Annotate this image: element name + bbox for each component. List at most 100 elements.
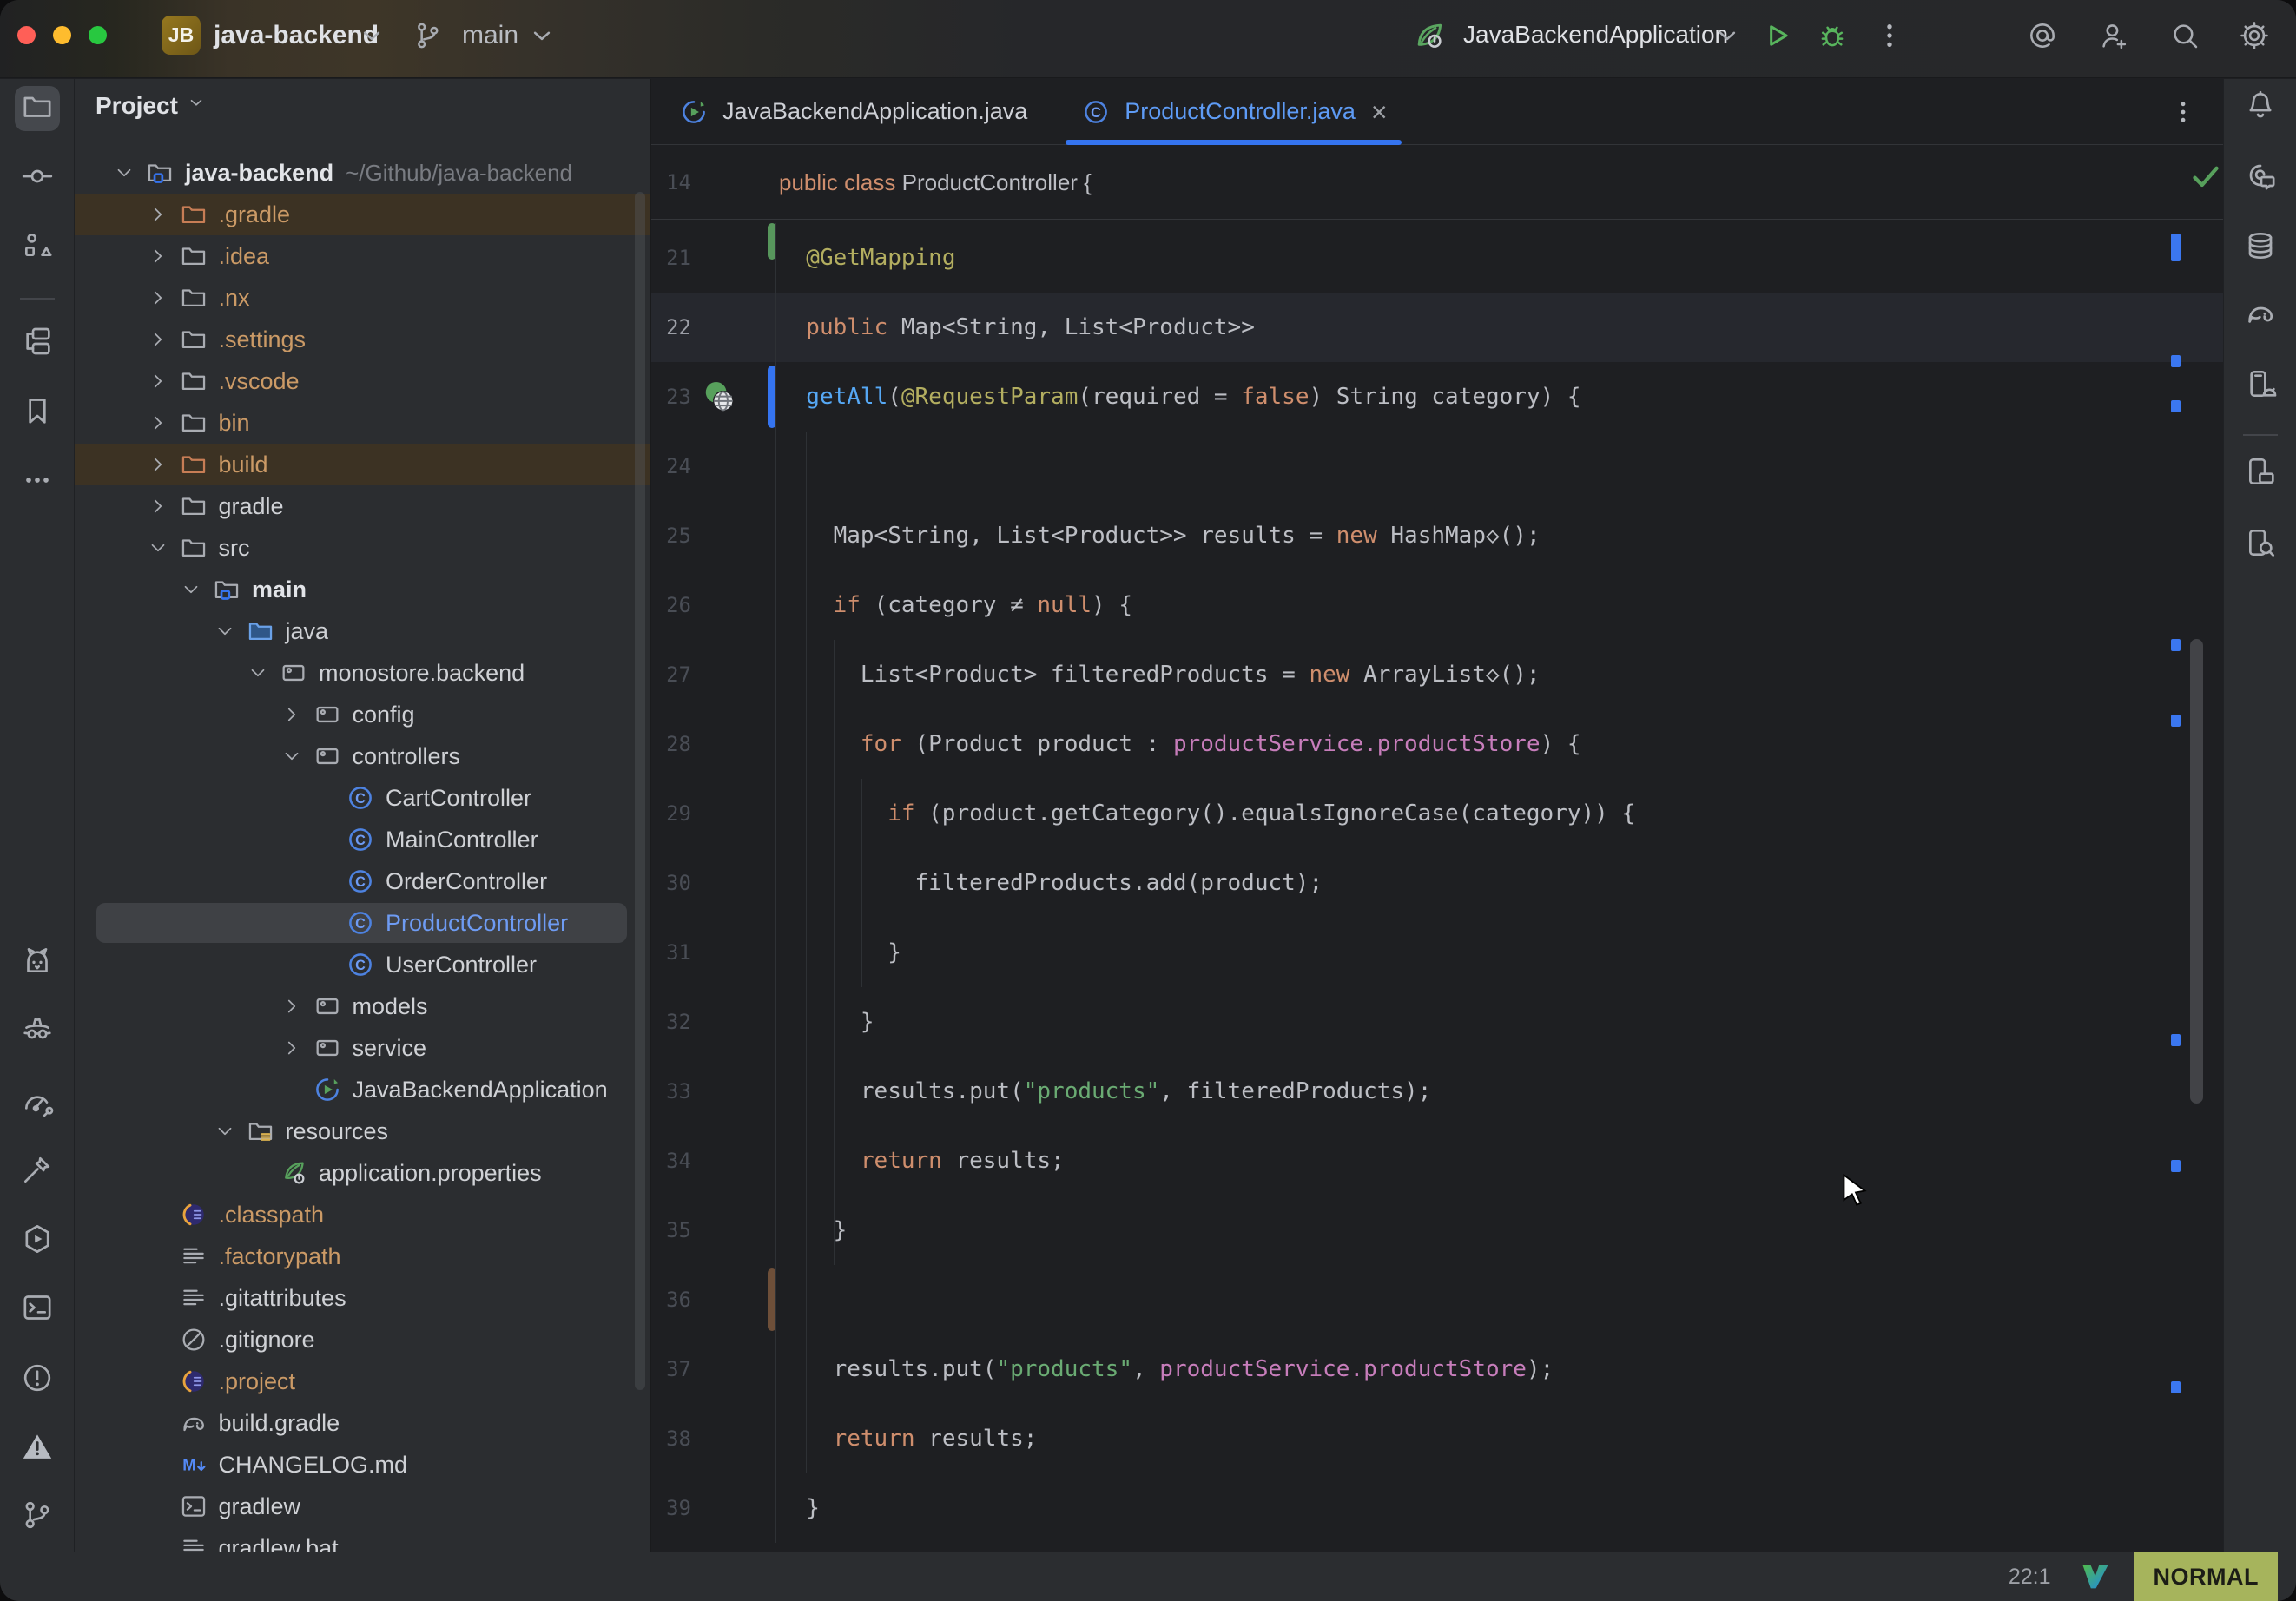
- close-button[interactable]: [17, 26, 36, 44]
- tree-row-gradlew-bat[interactable]: gradlew.bat: [75, 1527, 650, 1552]
- tree-row-resources[interactable]: resources: [75, 1110, 650, 1152]
- code-line-25[interactable]: 25Map<String, List<Product>> results = n…: [651, 501, 2223, 570]
- tab-javabackendapplication[interactable]: JavaBackendApplication.java: [651, 79, 1053, 144]
- tab-productcontroller[interactable]: C ProductController.java ×: [1053, 79, 1413, 144]
- tree-row-maincontroller[interactable]: CMainController: [75, 819, 650, 860]
- code-line-24[interactable]: 24: [651, 432, 2223, 501]
- line-number[interactable]: 34: [651, 1126, 691, 1196]
- tree-row-java-backend[interactable]: java-backend~/Github/java-backend: [75, 152, 650, 194]
- commit-tool-button[interactable]: [15, 155, 60, 201]
- chevron-expanded-icon[interactable]: [105, 154, 143, 192]
- line-number[interactable]: 36: [651, 1265, 691, 1334]
- stripe-mark[interactable]: [2171, 1160, 2181, 1172]
- hierarchy-tool-button[interactable]: [15, 320, 60, 366]
- search-everywhere-button[interactable]: [2164, 15, 2206, 56]
- line-number[interactable]: 14: [651, 145, 691, 220]
- profiler-tool-button[interactable]: [15, 1082, 60, 1127]
- chevron-collapsed-icon[interactable]: [139, 404, 177, 442]
- stripe-mark[interactable]: [2171, 1381, 2181, 1393]
- line-number[interactable]: 31: [651, 918, 691, 987]
- tree-row-monostore-backend[interactable]: monostore.backend: [75, 652, 650, 694]
- code-line-32[interactable]: 32}: [651, 987, 2223, 1057]
- gradle-tool-button[interactable]: [2238, 293, 2283, 338]
- device-explorer-tool-button[interactable]: [2238, 522, 2283, 567]
- build-tool-button[interactable]: [15, 1149, 60, 1194]
- chevron-collapsed-icon[interactable]: [139, 487, 177, 525]
- tree-row-build-gradle[interactable]: build.gradle: [75, 1402, 650, 1444]
- tree-row-gradlew[interactable]: gradlew: [75, 1486, 650, 1527]
- chevron-collapsed-icon[interactable]: [273, 987, 311, 1025]
- line-number[interactable]: 23: [651, 362, 691, 432]
- close-tab-icon[interactable]: ×: [1371, 98, 1388, 126]
- caret-position[interactable]: 22:1: [2009, 1565, 2051, 1590]
- ai-assistant-chat-tool-button[interactable]: [2238, 155, 2283, 200]
- services-tool-button[interactable]: [15, 1218, 60, 1263]
- database-tool-button[interactable]: [2238, 225, 2283, 270]
- chevron-expanded-icon[interactable]: [273, 737, 311, 775]
- tree-row--factorypath[interactable]: .factorypath: [75, 1235, 650, 1277]
- project-tool-button[interactable]: [15, 86, 60, 131]
- tree-row--idea[interactable]: .idea: [75, 235, 650, 277]
- spring-endpoint-icon[interactable]: [702, 379, 738, 416]
- tree-row-javabackendapplication[interactable]: JavaBackendApplication: [75, 1069, 650, 1110]
- copilot-tool-button[interactable]: [15, 940, 60, 985]
- tree-row-ordercontroller[interactable]: COrderController: [75, 860, 650, 902]
- terminal-tool-button[interactable]: [15, 1287, 60, 1332]
- code-line-21[interactable]: 21@GetMapping: [651, 223, 2223, 293]
- code-line-28[interactable]: 28for (Product product : productService.…: [651, 709, 2223, 779]
- chevron-collapsed-icon[interactable]: [273, 695, 311, 734]
- run-button[interactable]: [1756, 15, 1798, 56]
- chevron-collapsed-icon[interactable]: [273, 1029, 311, 1067]
- stripe-mark[interactable]: [2171, 639, 2181, 651]
- structure-tool-button[interactable]: [15, 225, 60, 270]
- tree-row--nx[interactable]: .nx: [75, 277, 650, 319]
- ideavim-icon[interactable]: [2081, 1562, 2110, 1591]
- code-line-34[interactable]: 34return results;: [651, 1126, 2223, 1196]
- chevron-collapsed-icon[interactable]: [139, 237, 177, 275]
- code-line-38[interactable]: 38return results;: [651, 1404, 2223, 1473]
- warnings-tool-button[interactable]: [15, 1426, 60, 1471]
- chevron-expanded-icon[interactable]: [206, 612, 244, 650]
- stripe-mark[interactable]: [2171, 715, 2181, 727]
- version-control-tool-button[interactable]: [15, 1494, 60, 1539]
- tree-row-bin[interactable]: bin: [75, 402, 650, 444]
- more-actions-button[interactable]: [1869, 15, 1910, 56]
- line-number[interactable]: 39: [651, 1473, 691, 1543]
- tree-row-changelog-md[interactable]: MCHANGELOG.md: [75, 1444, 650, 1486]
- problems-tool-button[interactable]: [15, 1357, 60, 1402]
- project-tree-scrollbar[interactable]: [635, 192, 645, 1390]
- line-number[interactable]: 38: [651, 1404, 691, 1473]
- code-line-23[interactable]: 23getAll(@RequestParam(required = false)…: [651, 362, 2223, 432]
- tab-options-button[interactable]: [2162, 91, 2204, 133]
- code-line-39[interactable]: 39}: [651, 1473, 2223, 1543]
- line-number[interactable]: 37: [651, 1334, 691, 1404]
- tree-row--gitignore[interactable]: .gitignore: [75, 1319, 650, 1361]
- tree-row-src[interactable]: src: [75, 527, 650, 569]
- chevron-collapsed-icon[interactable]: [139, 320, 177, 359]
- line-number[interactable]: 28: [651, 709, 691, 779]
- project-panel-header[interactable]: Project: [96, 91, 208, 120]
- chevron-collapsed-icon[interactable]: [139, 362, 177, 400]
- device-manager-tool-button[interactable]: [2238, 451, 2283, 496]
- line-number[interactable]: 32: [651, 987, 691, 1057]
- tree-row-productcontroller[interactable]: CProductController: [75, 902, 650, 944]
- line-number[interactable]: 25: [651, 501, 691, 570]
- tree-row-cartcontroller[interactable]: CCartController: [75, 777, 650, 819]
- line-number[interactable]: 35: [651, 1196, 691, 1265]
- ai-assistant-button[interactable]: [2022, 15, 2063, 56]
- minimize-button[interactable]: [53, 26, 71, 44]
- line-number[interactable]: 30: [651, 848, 691, 918]
- tree-row--gradle[interactable]: .gradle: [75, 194, 650, 235]
- tree-row-controllers[interactable]: controllers: [75, 735, 650, 777]
- inspections-ok-icon[interactable]: [2188, 159, 2223, 194]
- settings-button[interactable]: [2233, 15, 2275, 56]
- line-number[interactable]: 29: [651, 779, 691, 848]
- code-line-27[interactable]: 27List<Product> filteredProducts = new A…: [651, 640, 2223, 709]
- chevron-collapsed-icon[interactable]: [139, 195, 177, 234]
- tree-row-main[interactable]: main: [75, 569, 650, 610]
- line-number[interactable]: 33: [651, 1057, 691, 1126]
- chevron-expanded-icon[interactable]: [139, 529, 177, 567]
- tree-row--settings[interactable]: .settings: [75, 319, 650, 360]
- run-configuration[interactable]: JavaBackendApplication: [1463, 21, 1728, 49]
- code-line-36[interactable]: 36: [651, 1265, 2223, 1334]
